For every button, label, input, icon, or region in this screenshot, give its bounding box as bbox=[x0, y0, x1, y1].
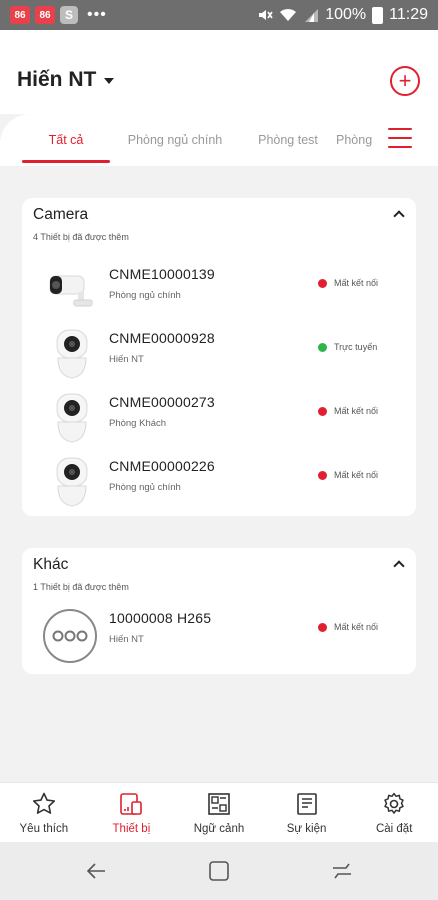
active-tab-indicator bbox=[22, 160, 110, 163]
status-text: Mất kết nối bbox=[334, 278, 379, 288]
menu-icon-line bbox=[388, 128, 412, 130]
device-row[interactable]: CNME00000273 Phòng Khách Mất kết nối bbox=[22, 388, 416, 452]
tabs-menu-button[interactable] bbox=[388, 128, 412, 148]
device-room: Hiến NT bbox=[109, 354, 144, 365]
notification-app-icon: 86 bbox=[10, 6, 30, 24]
nav-events[interactable]: Sự kiện bbox=[263, 783, 351, 842]
bottom-navigation: Yêu thích Thiết bị Ngữ cảnh Sự kiện Cài … bbox=[0, 782, 438, 842]
status-text: Mất kết nối bbox=[334, 622, 379, 632]
room-tabs-scroller[interactable]: Tất cả Phòng ngủ chính Phòng test Phòng bbox=[22, 114, 388, 166]
device-row[interactable]: CNME10000139 Phòng ngủ chính Mất kết nối bbox=[22, 260, 416, 324]
offline-dot-icon bbox=[318, 278, 327, 288]
device-row[interactable]: 10000008 H265 Hiến NT Mất kết nối bbox=[22, 604, 416, 668]
offline-dot-icon bbox=[318, 470, 327, 480]
camera-section-title: Camera bbox=[33, 206, 89, 223]
menu-icon-line bbox=[388, 146, 412, 148]
system-navigation-bar bbox=[0, 842, 438, 900]
gear-icon bbox=[384, 792, 404, 814]
more-notifications-icon: ••• bbox=[87, 6, 107, 23]
devices-icon bbox=[120, 793, 143, 815]
status-badge: Mất kết nối bbox=[318, 406, 378, 416]
nav-devices[interactable]: Thiết bị bbox=[88, 783, 176, 842]
device-name: CNME00000273 bbox=[109, 394, 215, 410]
caret-down-icon bbox=[104, 78, 115, 84]
account-name: Hiến NT bbox=[17, 68, 97, 91]
battery-icon bbox=[372, 6, 384, 24]
home-icon[interactable] bbox=[207, 859, 231, 883]
nav-label: Ngữ cảnh bbox=[193, 823, 245, 835]
collapse-chevron-icon[interactable] bbox=[393, 210, 405, 222]
device-room: Phòng ngủ chính bbox=[109, 482, 181, 493]
device-name: 10000008 H265 bbox=[109, 610, 212, 626]
status-badge: Mất kết nối bbox=[318, 278, 378, 288]
add-device-button[interactable]: + bbox=[390, 66, 420, 96]
other-section-title: Khác bbox=[33, 556, 69, 573]
dome-camera-icon bbox=[56, 393, 88, 443]
star-icon bbox=[32, 792, 55, 814]
offline-dot-icon bbox=[318, 622, 327, 632]
device-row[interactable]: CNME00000928 Hiến NT Trực tuyến bbox=[22, 324, 416, 388]
tab-test-room[interactable]: Phòng test bbox=[240, 114, 336, 166]
signal-icon bbox=[305, 9, 319, 22]
plus-icon: + bbox=[398, 68, 412, 93]
notification-app-icon-2: 86 bbox=[35, 6, 55, 24]
collapse-chevron-icon[interactable] bbox=[393, 560, 405, 572]
dome-camera-icon bbox=[56, 457, 88, 507]
nav-label: Cài đặt bbox=[375, 823, 413, 835]
device-name: CNME10000139 bbox=[109, 266, 215, 282]
status-badge: Mất kết nối bbox=[318, 470, 378, 480]
scene-icon bbox=[208, 793, 230, 815]
camera-section-card: Camera 4 Thiết bị đã được thêm CNME10000… bbox=[22, 198, 416, 516]
device-room: Hiến NT bbox=[109, 634, 144, 645]
nav-label: Thiết bị bbox=[112, 823, 151, 835]
device-room: Phòng ngủ chính bbox=[109, 290, 181, 301]
nav-favorites[interactable]: Yêu thích bbox=[0, 783, 88, 842]
other-section-card: Khác 1 Thiết bị đã được thêm 10000008 H2… bbox=[22, 548, 416, 674]
mute-icon bbox=[259, 10, 273, 20]
more-device-icon bbox=[43, 609, 97, 663]
status-bar: 86 86 S ••• 100% 11:29 bbox=[0, 0, 438, 30]
status-badge: Mất kết nối bbox=[318, 622, 378, 632]
clock: 11:29 bbox=[389, 6, 428, 23]
device-room: Phòng Khách bbox=[109, 418, 167, 429]
nav-scenes[interactable]: Ngữ cảnh bbox=[175, 783, 263, 842]
online-dot-icon bbox=[318, 342, 327, 352]
status-text: Mất kết nối bbox=[334, 470, 379, 480]
offline-dot-icon bbox=[318, 406, 327, 416]
events-icon bbox=[296, 793, 317, 815]
nav-label: Yêu thích bbox=[19, 823, 69, 835]
device-row[interactable]: CNME00000226 Phòng ngủ chính Mất kết nối bbox=[22, 452, 416, 516]
tab-all[interactable]: Tất cả bbox=[22, 114, 110, 166]
battery-percent: 100% bbox=[325, 6, 367, 23]
dome-camera-icon bbox=[56, 329, 88, 379]
status-text: Mất kết nối bbox=[334, 406, 379, 416]
wifi-icon bbox=[280, 8, 297, 21]
nav-label: Sự kiện bbox=[286, 823, 327, 835]
bullet-camera-icon bbox=[49, 275, 93, 307]
tab-room-partial[interactable]: Phòng bbox=[336, 114, 386, 166]
nav-settings[interactable]: Cài đặt bbox=[350, 783, 438, 842]
device-name: CNME00000928 bbox=[109, 330, 215, 346]
other-section-subtitle: 1 Thiết bị đã được thêm bbox=[33, 582, 129, 592]
camera-section-subtitle: 4 Thiết bị đã được thêm bbox=[33, 232, 129, 242]
menu-icon-line bbox=[388, 137, 412, 139]
room-tabs: Tất cả Phòng ngủ chính Phòng test Phòng bbox=[0, 114, 438, 166]
status-badge: Trực tuyến bbox=[318, 342, 377, 352]
app-header: Hiến NT + bbox=[0, 30, 438, 114]
account-selector[interactable]: Hiến NT bbox=[17, 68, 115, 92]
tab-master-bedroom[interactable]: Phòng ngủ chính bbox=[110, 114, 240, 166]
status-text: Trực tuyến bbox=[334, 342, 378, 352]
notification-s-icon: S bbox=[60, 6, 78, 24]
recents-icon[interactable] bbox=[330, 859, 354, 883]
back-icon[interactable] bbox=[85, 859, 109, 883]
device-name: CNME00000226 bbox=[109, 458, 215, 474]
